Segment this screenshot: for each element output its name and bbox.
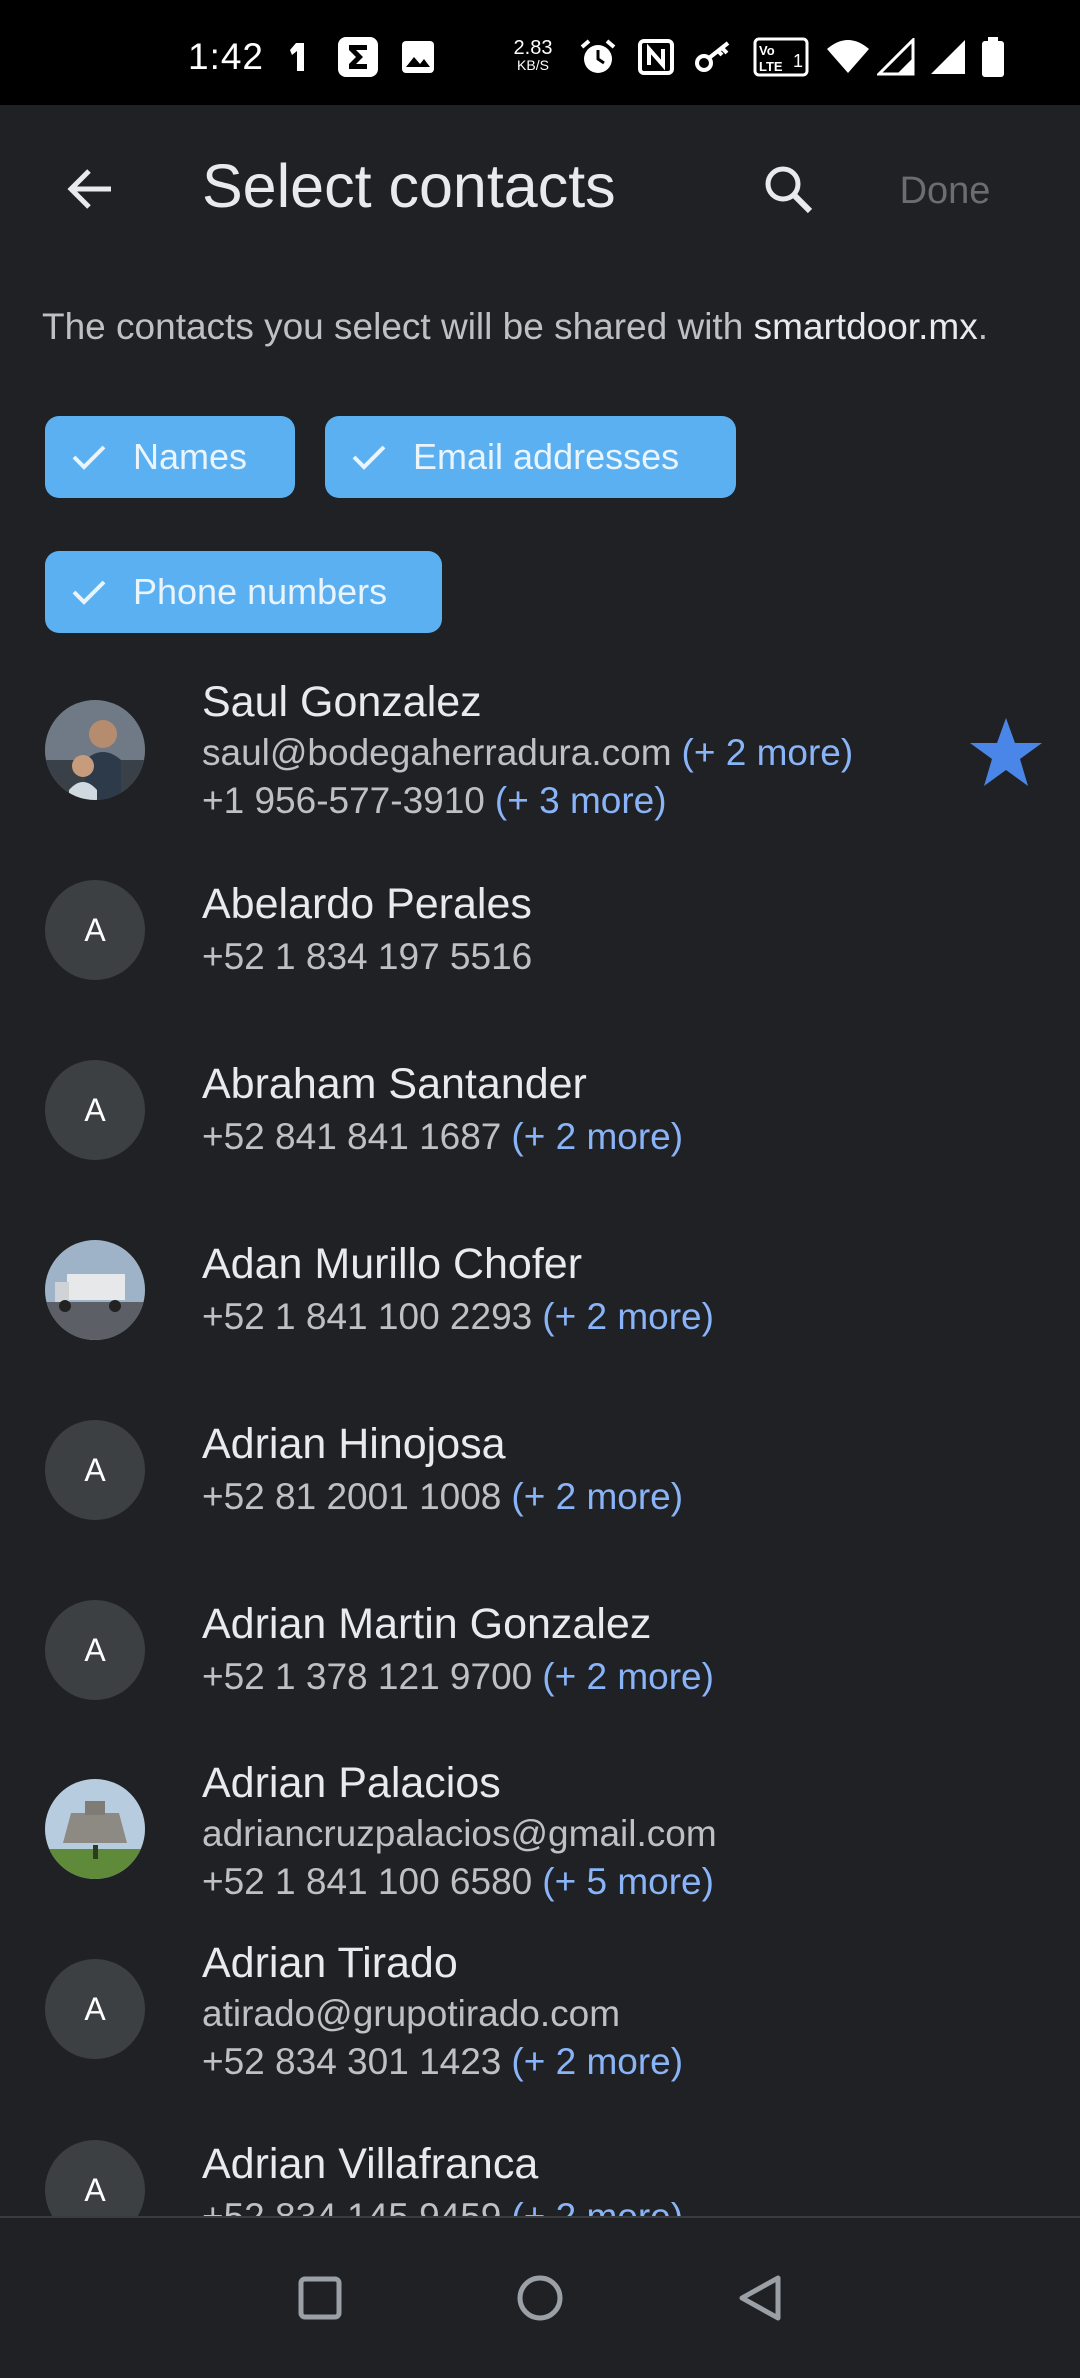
svg-text:Vo: Vo [759,43,775,58]
contact-row[interactable]: A Adrian Tirado atirado@grupotirado.com … [0,1935,1080,2095]
gallery-icon [398,36,438,78]
square-icon [298,2276,342,2320]
contact-email: adriancruzpalacios@gmail.com [202,1813,717,1854]
svg-text:LTE: LTE [759,59,783,74]
battery-icon [978,36,1008,78]
contact-row[interactable]: Saul Gonzalez saul@bodegaherradura.com (+… [0,670,1080,830]
avatar-photo [45,1779,145,1879]
alarm-icon [576,36,620,78]
arrow-back-icon [67,169,111,209]
contact-phone: +52 1 378 121 9700 (+ 2 more) [202,1656,714,1697]
avatar-initial: A [45,1420,145,1520]
recents-button[interactable] [280,2258,360,2338]
home-button[interactable] [500,2258,580,2338]
back-button[interactable] [54,153,126,225]
contact-name: Saul Gonzalez [202,678,482,726]
share-description: The contacts you select will be shared w… [42,306,988,347]
chip-email-addresses[interactable]: Email addresses [325,416,736,498]
status-time: 1:42 [188,36,265,77]
contact-name: Adrian Palacios [202,1759,501,1807]
contact-phone: +52 834 301 1423 (+ 2 more) [202,2041,684,2082]
contact-row[interactable]: Adan Murillo Chofer +52 1 841 100 2293 (+… [0,1240,1080,1360]
contact-name: Abelardo Perales [202,880,532,928]
contact-phone: +52 1 834 197 5516 [202,936,533,977]
contact-row[interactable]: Adrian Palacios adriancruzpalacios@gmail… [0,1755,1080,1915]
back-nav-button[interactable] [720,2258,800,2338]
check-icon [349,437,389,477]
contact-row[interactable]: A Abraham Santander +52 841 841 1687 (+ 2… [0,1060,1080,1180]
sigma-app-icon [336,36,380,78]
signal-2-icon [928,36,968,78]
contact-name: Adrian Tirado [202,1939,458,1987]
volte-icon: Vo LTE 1 [752,36,810,78]
contact-row[interactable]: A Adrian Villafranca +52 834 145 9459(+ … [0,2140,1080,2216]
check-icon [69,437,109,477]
status-bar: 1:42 2.83 KB/S Vo LTE 1 [0,0,1080,105]
contact-phone: +52 81 2001 1008 (+ 2 more) [202,1476,684,1517]
contact-email: saul@bodegaherradura.com (+ 2 more) [202,732,854,773]
chip-names[interactable]: Names [45,416,295,498]
avatar-initial: A [45,1060,145,1160]
avatar-initial: A [45,2140,145,2216]
contact-row[interactable]: A Abelardo Perales +52 1 834 197 5516 [0,880,1080,1000]
search-button[interactable] [752,153,824,225]
navigation-bar [0,2216,1080,2378]
triangle-back-icon [739,2275,781,2321]
avatar-initial: A [45,1600,145,1700]
contact-phone: +52 1 841 100 6580 (+ 5 more) [202,1861,714,1902]
top-app-bar: Select contacts Done [0,105,1080,265]
svg-text:1: 1 [793,51,803,71]
wifi-icon [824,36,872,78]
avatar-photo [45,1240,145,1340]
avatar-initial: A [45,880,145,980]
done-button[interactable]: Done [880,161,1010,221]
avatar-initial: A [45,1959,145,2059]
vpn-key-icon [692,36,736,78]
chip-phone-numbers[interactable]: Phone numbers [45,551,442,633]
star-icon [966,712,1046,792]
contact-email: atirado@grupotirado.com [202,1993,621,2034]
network-speed: 2.83 KB/S [513,37,553,73]
domain-name: smartdoor.mx [753,306,978,347]
avatar-photo [45,700,145,800]
notification-1-icon [284,36,314,78]
contact-name: Abraham Santander [202,1060,587,1108]
contact-phone: +52 841 841 1687 (+ 2 more) [202,1116,684,1157]
circle-icon [517,2275,563,2321]
signal-icon [876,36,916,78]
search-icon [765,166,813,214]
check-icon [69,572,109,612]
contact-row[interactable]: A Adrian Martin Gonzalez +52 1 378 121 9… [0,1600,1080,1720]
contact-phone: +52 1 841 100 2293 (+ 2 more) [202,1296,714,1337]
page-title: Select contacts [202,152,616,220]
nfc-icon [636,36,676,78]
contact-name: Adan Murillo Chofer [202,1240,583,1288]
contact-phone: +52 834 145 9459(+ 2 more) [202,2196,683,2216]
contact-row[interactable]: A Adrian Hinojosa +52 81 2001 1008 (+ 2 m… [0,1420,1080,1540]
contact-name: Adrian Villafranca [202,2140,539,2188]
contact-name: Adrian Martin Gonzalez [202,1600,652,1648]
contact-name: Adrian Hinojosa [202,1420,506,1468]
contact-phone: +1 956-577-3910 (+ 3 more) [202,780,667,821]
